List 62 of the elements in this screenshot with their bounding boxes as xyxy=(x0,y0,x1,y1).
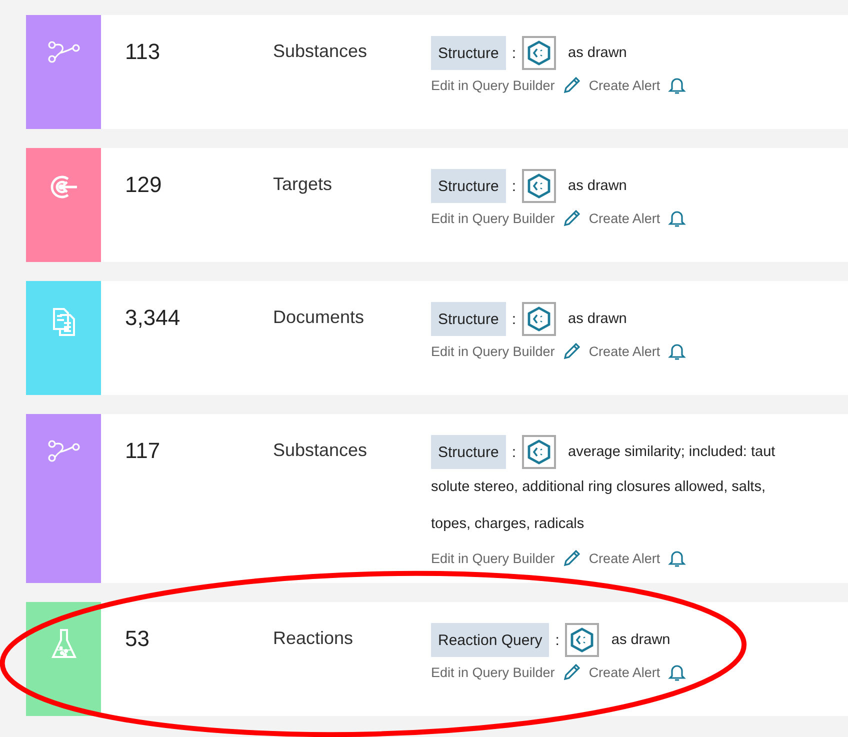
edit-link[interactable]: Edit in Query Builder xyxy=(431,210,555,226)
structure-thumbnail[interactable] xyxy=(522,36,556,70)
result-type: Targets xyxy=(273,173,334,196)
result-type: Documents xyxy=(273,306,366,329)
hexagon-icon xyxy=(570,627,594,653)
result-count[interactable]: 117 xyxy=(101,414,273,583)
hexagon-icon xyxy=(527,40,552,66)
query-description: solute stereo, additional ring closures allowed, salts, xyxy=(431,478,766,497)
create-alert-link[interactable]: Create Alert xyxy=(588,550,660,566)
colon: : xyxy=(512,178,516,194)
result-count[interactable]: 53 xyxy=(101,602,273,716)
create-alert-link[interactable]: Create Alert xyxy=(588,664,660,680)
result-type: Reactions xyxy=(273,627,354,650)
result-type: Substances xyxy=(273,40,368,63)
edit-link[interactable]: Edit in Query Builder xyxy=(431,664,555,680)
structure-thumbnail[interactable] xyxy=(522,302,556,336)
bell-icon[interactable] xyxy=(668,548,686,568)
result-type: Substances xyxy=(273,439,368,462)
network-icon xyxy=(46,440,80,462)
create-alert-link[interactable]: Create Alert xyxy=(588,344,660,358)
colon: : xyxy=(555,632,560,648)
query-description: as drawn xyxy=(568,45,627,61)
structure-thumbnail[interactable] xyxy=(565,623,600,657)
network-icon xyxy=(46,41,80,63)
bell-icon[interactable] xyxy=(668,208,686,228)
hexagon-icon xyxy=(527,306,552,332)
edit-link[interactable]: Edit in Query Builder xyxy=(431,78,555,92)
pencil-icon[interactable] xyxy=(562,663,581,681)
structure-thumbnail[interactable] xyxy=(522,169,556,203)
query-description: as drawn xyxy=(568,311,627,327)
colon: : xyxy=(512,310,516,328)
flask-icon xyxy=(50,628,78,660)
create-alert-link[interactable]: Create Alert xyxy=(588,210,660,226)
query-label: Structure xyxy=(431,169,506,203)
query-description: as drawn xyxy=(568,178,627,194)
pencil-icon[interactable] xyxy=(562,76,581,94)
structure-thumbnail[interactable] xyxy=(522,435,556,469)
query-description: as drawn xyxy=(611,632,670,648)
query-description: topes, charges, radicals xyxy=(431,515,586,534)
create-alert-link[interactable]: Create Alert xyxy=(588,78,660,92)
query-label: Structure xyxy=(431,302,506,336)
result-count[interactable]: 113 xyxy=(101,15,273,129)
result-count[interactable]: 129 xyxy=(101,148,273,262)
query-label: Structure xyxy=(431,435,506,469)
bell-icon[interactable] xyxy=(668,662,686,682)
bell-icon[interactable] xyxy=(668,342,686,360)
query-label: Reaction Query xyxy=(431,623,550,657)
bell-icon[interactable] xyxy=(668,76,686,94)
pencil-icon[interactable] xyxy=(562,549,581,567)
result-count[interactable]: 3,344 xyxy=(101,281,273,395)
hexagon-icon xyxy=(527,173,552,199)
hexagon-icon xyxy=(527,439,552,465)
pencil-icon[interactable] xyxy=(562,209,581,227)
target-icon xyxy=(48,174,78,200)
documents-icon xyxy=(50,307,76,337)
edit-link[interactable]: Edit in Query Builder xyxy=(431,550,555,566)
colon: : xyxy=(512,444,516,460)
query-label: Structure xyxy=(431,36,506,70)
query-description: average similarity; included: taut xyxy=(568,444,776,460)
pencil-icon[interactable] xyxy=(562,342,581,360)
colon: : xyxy=(512,44,516,62)
edit-link[interactable]: Edit in Query Builder xyxy=(431,344,555,358)
